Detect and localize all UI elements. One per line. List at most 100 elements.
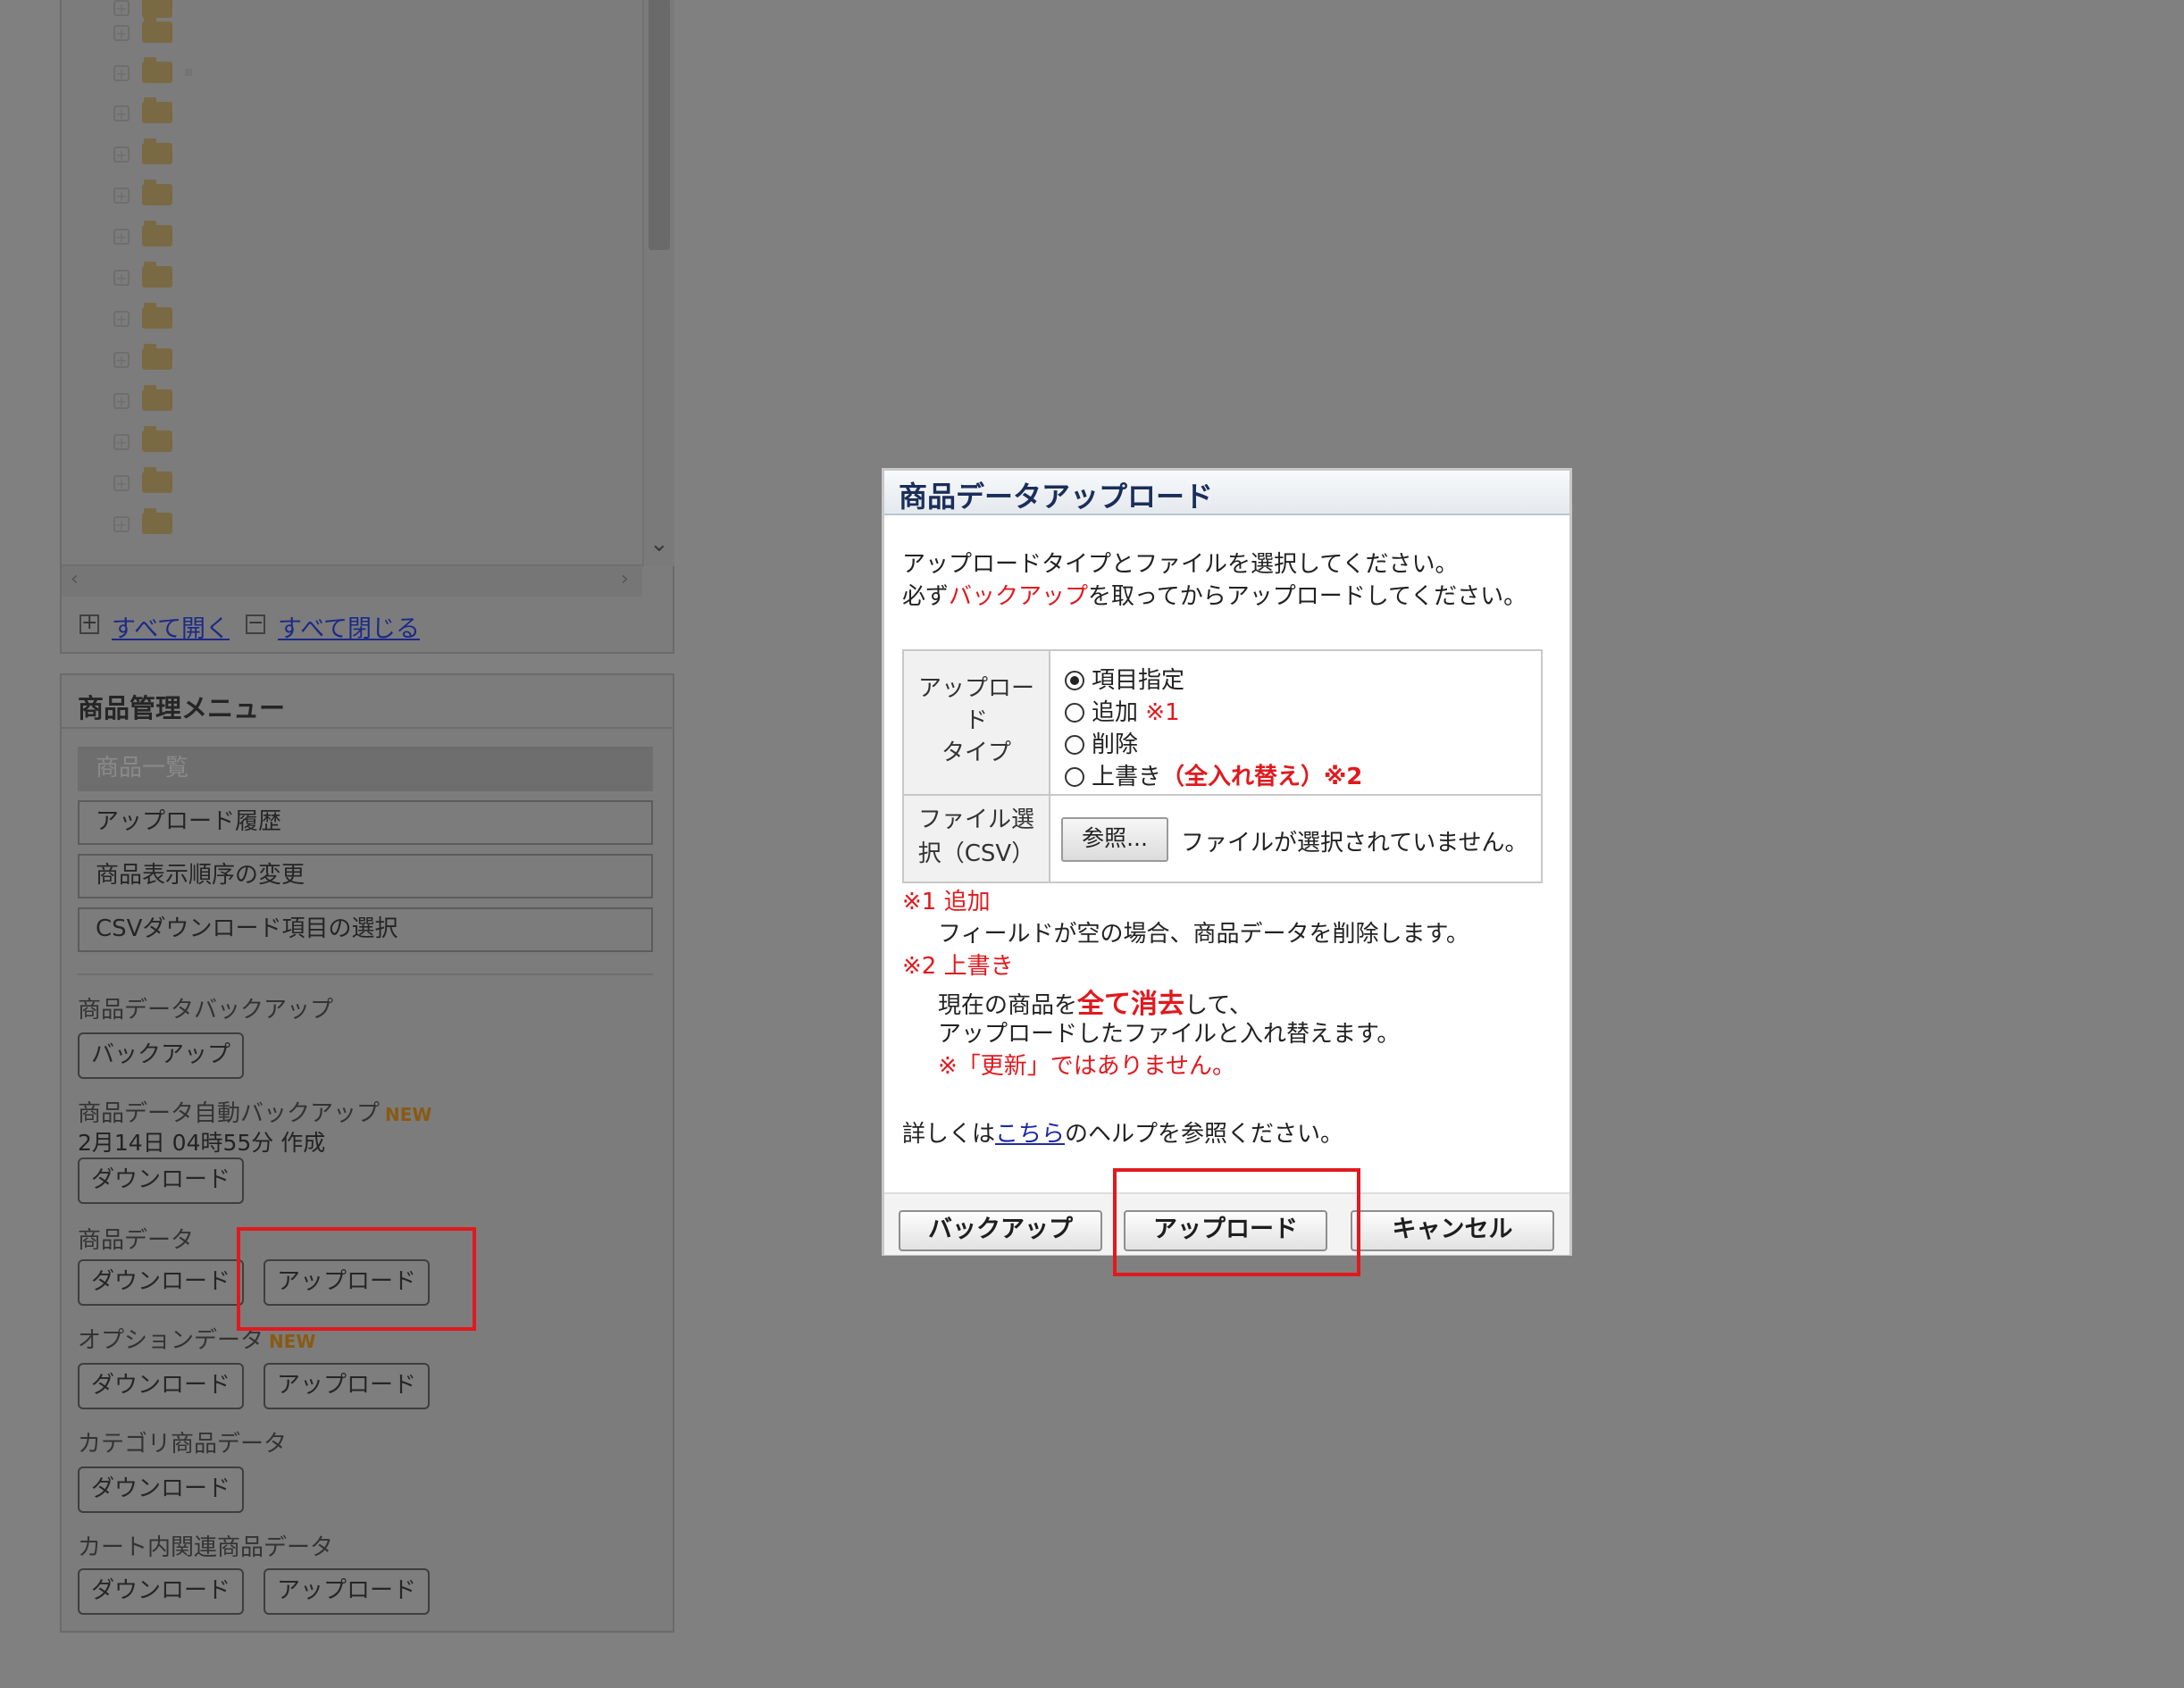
product-data-label: 商品データ [78, 1227, 195, 1254]
node-label [185, 69, 192, 76]
menu-item-product-list[interactable]: 商品一覧 [78, 747, 653, 791]
note2-text-line3: ※「更新」ではありません。 [938, 1053, 1236, 1080]
menu-item-display-order[interactable]: 商品表示順序の変更 [78, 854, 653, 898]
chevron-down-icon[interactable]: ⌄ [649, 531, 669, 557]
note1-text: フィールドが空の場合、商品データを削除します。 [938, 921, 1469, 948]
tree-node[interactable]: + [113, 179, 346, 214]
upload-form-table: アップロー ド タイプ 項目指定 追加 ※1 削除 上書き（全入れ替え）※2 フ… [902, 649, 1543, 883]
tree-horizontal-scrollbar[interactable]: ‹ › [62, 564, 642, 597]
backup-warning: 必ずバックアップを取ってからアップロードしてください。 [902, 583, 1527, 610]
folder-icon [142, 508, 172, 534]
expand-icon[interactable]: + [113, 105, 130, 121]
folder-icon [142, 221, 172, 247]
divider [62, 727, 673, 729]
expand-icon[interactable]: + [113, 0, 130, 16]
radio-icon[interactable] [1065, 703, 1084, 723]
expand-icon[interactable]: + [113, 25, 130, 41]
expand-icon[interactable]: + [113, 229, 130, 245]
help-link[interactable]: こちら [995, 1121, 1065, 1148]
folder-icon [142, 138, 172, 164]
tree-node[interactable]: + [113, 16, 346, 52]
expand-all-icon[interactable]: + [79, 614, 99, 634]
radio-delete[interactable]: 削除 [1065, 726, 1138, 758]
file-status: ファイルが選択されていません。 [1181, 830, 1528, 857]
tree-node[interactable]: + [113, 507, 346, 543]
auto-backup-timestamp: 2月14日 04時55分 作成 [78, 1130, 326, 1156]
expand-icon[interactable]: + [113, 393, 130, 409]
category-data-download-button[interactable]: ダウンロード [78, 1467, 244, 1513]
collapse-all-link[interactable]: すべて閉じる [278, 609, 420, 644]
highlight-frame [1113, 1168, 1360, 1276]
upload-type-header: アップロー ド タイプ [904, 651, 1050, 794]
tree-node[interactable]: + [113, 220, 346, 255]
menu-item-csv-fields[interactable]: CSVダウンロード項目の選択 [78, 907, 653, 952]
radio-icon[interactable] [1065, 735, 1084, 755]
tree-node[interactable]: + [113, 138, 346, 173]
file-select-header: ファイル選 択（CSV） [904, 796, 1050, 882]
dialog-cancel-button[interactable]: キャンセル [1351, 1210, 1554, 1251]
radio-icon[interactable] [1065, 767, 1084, 787]
backup-label: 商品データバックアップ [78, 997, 334, 1024]
tree-footer: + すべて開く − すべて閉じる [62, 597, 673, 652]
folder-icon [142, 262, 172, 288]
new-badge: NEW [385, 1104, 432, 1125]
auto-backup-label: 商品データ自動バックアップ NEW [78, 1100, 432, 1127]
cart-data-label: カート内関連商品データ [78, 1534, 334, 1561]
collapse-all-icon[interactable]: − [246, 614, 265, 634]
tree-node[interactable]: + [113, 96, 346, 132]
folder-icon [142, 344, 172, 370]
auto-backup-download-button[interactable]: ダウンロード [78, 1157, 244, 1204]
expand-icon[interactable]: + [113, 65, 130, 81]
expand-icon[interactable]: + [113, 311, 130, 327]
folder-icon [142, 97, 172, 123]
dialog-backup-button[interactable]: バックアップ [899, 1210, 1102, 1251]
tree-node[interactable]: + [113, 261, 346, 297]
expand-all-link[interactable]: すべて開く [112, 609, 230, 644]
option-data-download-button[interactable]: ダウンロード [78, 1363, 244, 1409]
radio-item-specified[interactable]: 項目指定 [1065, 662, 1184, 694]
note-marker: （全入れ替え）※2 [1161, 764, 1363, 790]
expand-icon[interactable]: + [113, 434, 130, 450]
divider [78, 974, 653, 975]
folder-icon [142, 180, 172, 205]
scrollbar-thumb[interactable] [649, 0, 670, 250]
tree-vertical-scrollbar[interactable]: ⌄ [642, 0, 674, 566]
radio-add[interactable]: 追加 ※1 [1065, 694, 1180, 726]
folder-icon [142, 385, 172, 411]
menu-title: 商品管理メニュー [78, 693, 286, 723]
menu-item-upload-history[interactable]: アップロード履歴 [78, 800, 653, 845]
expand-icon[interactable]: + [113, 146, 130, 163]
backup-warning-highlight: バックアップ [949, 583, 1089, 610]
note1-title: ※1 追加 [902, 889, 991, 915]
product-menu-panel: 商品管理メニュー 商品一覧 アップロード履歴 商品表示順序の変更 CSVダウンロ… [60, 673, 674, 1633]
expand-icon[interactable]: + [113, 270, 130, 286]
browse-button[interactable]: 参照... [1061, 817, 1168, 862]
tree-node[interactable]: + [113, 466, 346, 502]
intro-text: アップロードタイプとファイルを選択してください。 [902, 551, 1459, 578]
tree-node[interactable]: + [113, 343, 346, 379]
cart-data-upload-button[interactable]: アップロード [264, 1568, 430, 1615]
option-data-upload-button[interactable]: アップロード [264, 1363, 430, 1409]
folder-icon [142, 467, 172, 493]
product-data-download-button[interactable]: ダウンロード [78, 1259, 244, 1306]
tree-node[interactable]: + [113, 384, 346, 420]
chevron-left-icon[interactable]: ‹ [71, 568, 79, 590]
radio-selected-icon[interactable] [1065, 671, 1084, 690]
category-tree-panel: + + + + + + + + + + + + + + ⌄ ‹ › + すべて開… [60, 0, 674, 654]
highlight-frame [237, 1227, 476, 1331]
tree-node[interactable]: + [113, 302, 346, 338]
folder-icon [142, 303, 172, 329]
folder-icon [142, 0, 172, 18]
backup-button[interactable]: バックアップ [78, 1032, 244, 1079]
chevron-right-icon[interactable]: › [621, 568, 629, 590]
tree-node[interactable]: + [113, 56, 346, 92]
radio-overwrite[interactable]: 上書き（全入れ替え）※2 [1065, 758, 1363, 790]
upload-dialog: 商品データアップロード アップロードタイプとファイルを選択してください。 必ずバ… [882, 468, 1572, 1256]
expand-icon[interactable]: + [113, 352, 130, 368]
expand-icon[interactable]: + [113, 475, 130, 491]
expand-icon[interactable]: + [113, 188, 130, 204]
tree-node[interactable]: + [113, 425, 346, 461]
expand-icon[interactable]: + [113, 516, 130, 532]
cart-data-download-button[interactable]: ダウンロード [78, 1568, 244, 1615]
folder-icon [142, 17, 172, 43]
